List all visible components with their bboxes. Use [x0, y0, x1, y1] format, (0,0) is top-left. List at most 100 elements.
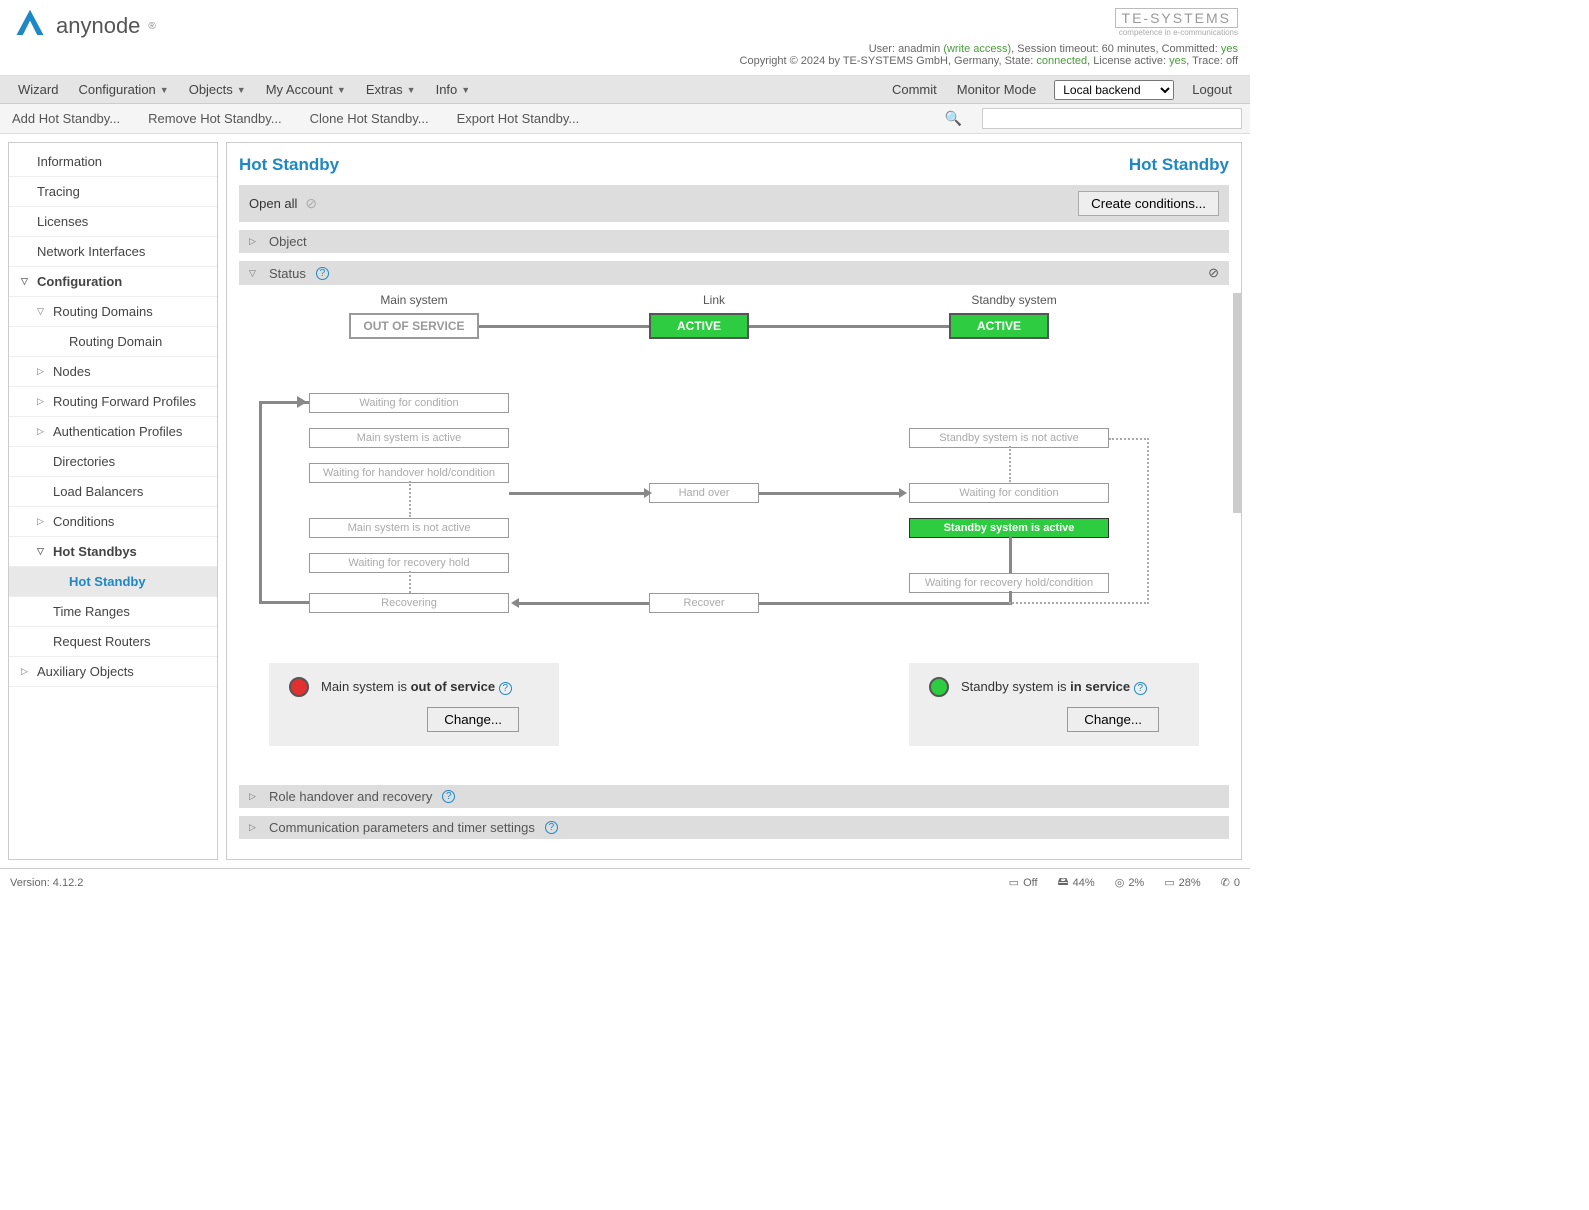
change-standby-button[interactable]: Change...	[1067, 707, 1159, 732]
help-icon[interactable]: ?	[1134, 682, 1147, 695]
search-input[interactable]	[982, 108, 1242, 129]
menu-logout[interactable]: Logout	[1182, 76, 1242, 103]
chevron-down-icon: ▽	[249, 268, 259, 279]
status-cards: Main system is out of service ? Change..…	[239, 663, 1229, 746]
nav-authentication-profiles[interactable]: ▷Authentication Profiles	[9, 417, 217, 447]
toolbar-remove[interactable]: Remove Hot Standby...	[144, 109, 285, 128]
help-icon[interactable]: ?	[545, 821, 558, 834]
nav-nodes[interactable]: ▷Nodes	[9, 357, 217, 387]
state-main-active: Main system is active	[309, 428, 509, 448]
section-object[interactable]: ▷ Object	[239, 230, 1229, 253]
nav-hot-standby[interactable]: Hot Standby	[9, 567, 217, 597]
state-waiting-handover: Waiting for handover hold/condition	[309, 463, 509, 483]
nav-conditions[interactable]: ▷Conditions	[9, 507, 217, 537]
state-waiting-recovery-main: Waiting for recovery hold	[309, 553, 509, 573]
nav-network-interfaces[interactable]: Network Interfaces	[9, 237, 217, 267]
nav-directories[interactable]: Directories	[9, 447, 217, 477]
standby-status-box: ACTIVE	[949, 313, 1049, 339]
main-status-box: OUT OF SERVICE	[349, 313, 479, 339]
te-tagline: competence in e-communications	[740, 28, 1238, 37]
toolbar-export[interactable]: Export Hot Standby...	[453, 109, 584, 128]
chevron-right-icon: ▷	[21, 666, 31, 677]
help-icon[interactable]: ?	[316, 267, 329, 280]
page-title: Hot Standby	[239, 155, 339, 175]
chevron-down-icon: ▽	[37, 546, 47, 557]
state-standby-active: Standby system is active	[909, 518, 1109, 538]
nav-request-routers[interactable]: Request Routers	[9, 627, 217, 657]
stat-cpu: ◎2%	[1115, 876, 1145, 889]
state-waiting-condition-standby: Waiting for condition	[909, 483, 1109, 503]
scrollbar[interactable]	[1233, 293, 1241, 513]
state-main-not-active: Main system is not active	[309, 518, 509, 538]
help-icon[interactable]: ?	[442, 790, 455, 803]
content-panel: Hot Standby Hot Standby Open all ⊘ Creat…	[226, 142, 1242, 860]
cpu-icon: ◎	[1115, 876, 1125, 889]
content-header: Hot Standby Hot Standby	[239, 155, 1229, 175]
menu-wizard[interactable]: Wizard	[8, 76, 68, 103]
section-status[interactable]: ▽ Status ? ⊘	[239, 261, 1229, 285]
menu-monitor-mode[interactable]: Monitor Mode	[947, 76, 1046, 103]
logo-area: anynode®	[12, 8, 156, 44]
menu-extras[interactable]: Extras▼	[356, 76, 426, 103]
menubar: Wizard Configuration▼ Objects▼ My Accoun…	[0, 76, 1250, 104]
nav-tracing[interactable]: Tracing	[9, 177, 217, 207]
section-comm-params[interactable]: ▷ Communication parameters and timer set…	[239, 816, 1229, 839]
brand-text: anynode	[56, 13, 140, 39]
stat-calls: ✆0	[1221, 876, 1240, 889]
stat-mem: ▭28%	[1164, 876, 1200, 889]
status-diagram: Main system Link Standby system OUT OF S…	[239, 293, 1229, 773]
chevron-right-icon: ▷	[37, 426, 47, 437]
nav-time-ranges[interactable]: Time Ranges	[9, 597, 217, 627]
menu-configuration[interactable]: Configuration▼	[68, 76, 178, 103]
nav-load-balancers[interactable]: Load Balancers	[9, 477, 217, 507]
nav-configuration[interactable]: ▽Configuration	[9, 267, 217, 297]
header-right: TE-SYSTEMS competence in e-communication…	[740, 8, 1238, 67]
stat-disk: 🖴44%	[1058, 873, 1095, 892]
chevron-down-icon: ▽	[37, 306, 47, 317]
nav-auxiliary-objects[interactable]: ▷Auxiliary Objects	[9, 657, 217, 687]
toolbar-clone[interactable]: Clone Hot Standby...	[306, 109, 433, 128]
change-main-button[interactable]: Change...	[427, 707, 519, 732]
version-label: Version: 4.12.2	[10, 877, 83, 889]
link-label: Link	[694, 293, 734, 307]
open-all-link[interactable]: Open all	[249, 196, 297, 211]
main-status-card: Main system is out of service ? Change..…	[269, 663, 559, 746]
cancel-icon[interactable]: ⊘	[1208, 265, 1219, 281]
toolbar: Add Hot Standby... Remove Hot Standby...…	[0, 104, 1250, 134]
backend-select[interactable]: Local backend	[1054, 80, 1174, 100]
help-icon[interactable]: ?	[499, 682, 512, 695]
menu-my-account[interactable]: My Account▼	[256, 76, 356, 103]
menu-info[interactable]: Info▼	[426, 76, 481, 103]
standby-system-label: Standby system	[959, 293, 1069, 307]
state-waiting-recovery-standby: Waiting for recovery hold/condition	[909, 573, 1109, 593]
nav-routing-domains[interactable]: ▽Routing Domains	[9, 297, 217, 327]
header: anynode® TE-SYSTEMS competence in e-comm…	[0, 0, 1250, 76]
chevron-down-icon: ▽	[21, 276, 31, 287]
chevron-right-icon: ▷	[37, 366, 47, 377]
menu-objects[interactable]: Objects▼	[179, 76, 256, 103]
footer: Version: 4.12.2 ▭Off 🖴44% ◎2% ▭28% ✆0	[0, 868, 1250, 896]
search-icon: 🔍	[945, 110, 962, 127]
state-waiting-condition-main: Waiting for condition	[309, 393, 509, 413]
standby-status-card: Standby system is in service ? Change...	[909, 663, 1199, 746]
cancel-icon[interactable]: ⊘	[305, 195, 317, 212]
te-systems-logo: TE-SYSTEMS	[1115, 8, 1238, 28]
nav-licenses[interactable]: Licenses	[9, 207, 217, 237]
create-conditions-button[interactable]: Create conditions...	[1078, 191, 1219, 216]
status-dot-green	[929, 677, 949, 697]
menu-commit[interactable]: Commit	[882, 76, 947, 103]
nav-hot-standbys[interactable]: ▽Hot Standbys	[9, 537, 217, 567]
section-role-handover[interactable]: ▷ Role handover and recovery ?	[239, 785, 1229, 808]
action-bar: Open all ⊘ Create conditions...	[239, 185, 1229, 222]
nav-routing-domain[interactable]: Routing Domain	[9, 327, 217, 357]
phone-icon: ✆	[1221, 876, 1230, 889]
sidebar: Information Tracing Licenses Network Int…	[8, 142, 218, 860]
state-recover: Recover	[649, 593, 759, 613]
link-status-box: ACTIVE	[649, 313, 749, 339]
nav-information[interactable]: Information	[9, 147, 217, 177]
disk-icon: 🖴	[1058, 873, 1069, 892]
toolbar-add[interactable]: Add Hot Standby...	[8, 109, 124, 128]
nav-routing-forward-profiles[interactable]: ▷Routing Forward Profiles	[9, 387, 217, 417]
state-standby-not-active: Standby system is not active	[909, 428, 1109, 448]
anynode-logo-icon	[12, 8, 48, 44]
